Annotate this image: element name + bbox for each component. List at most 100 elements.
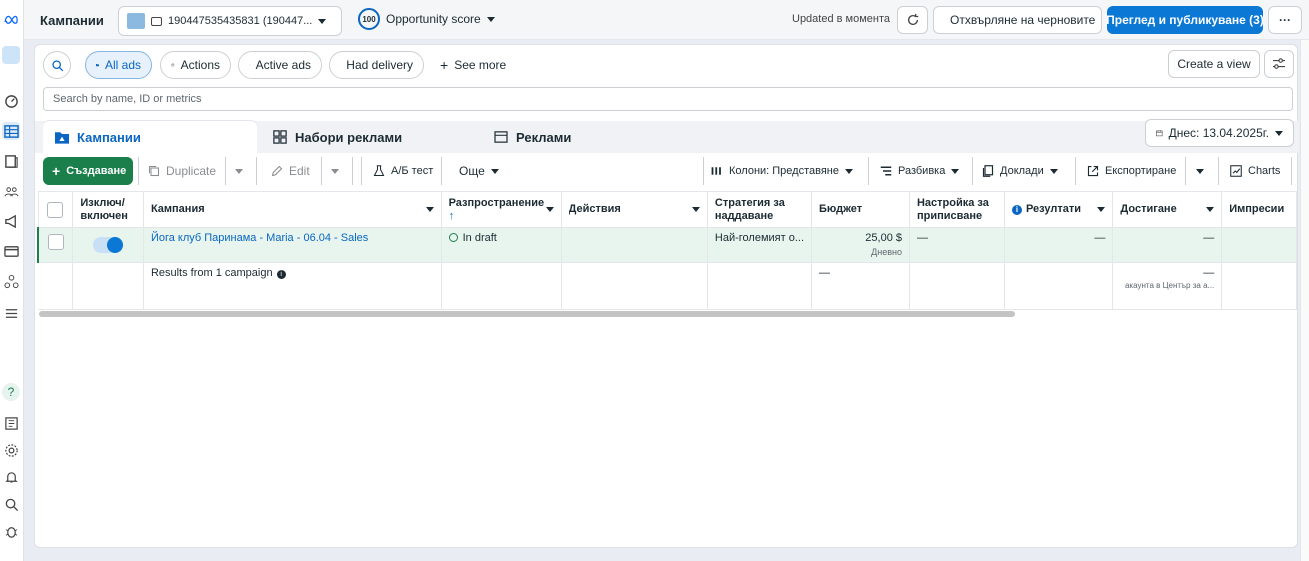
grid-icon xyxy=(273,130,287,144)
menu-icon[interactable] xyxy=(2,304,20,322)
account-avatar-icon xyxy=(127,13,145,29)
filter-had-delivery[interactable]: Had delivery xyxy=(329,51,424,79)
header-actions[interactable]: Действия xyxy=(560,191,708,228)
review-publish-label: Преглед и публикуване (3) xyxy=(1106,13,1264,27)
chevron-down-icon xyxy=(235,168,243,174)
filter-active-ads-label: Active ads xyxy=(255,58,311,72)
meta-logo-icon[interactable] xyxy=(2,10,20,28)
see-more-filters[interactable]: + See more xyxy=(440,58,506,72)
more-options-button[interactable]: ··· xyxy=(1268,6,1302,34)
row-checkbox[interactable] xyxy=(47,234,64,250)
create-label: Създаване xyxy=(66,165,127,177)
search-icon[interactable] xyxy=(2,495,20,513)
header-results[interactable]: i Резултати xyxy=(1003,191,1114,228)
opportunity-score-button[interactable]: 100 Opportunity score xyxy=(358,8,495,30)
sort-chevron-icon[interactable] xyxy=(1206,207,1215,212)
charts-button[interactable]: Charts xyxy=(1230,157,1280,185)
notifications-bell-icon[interactable] xyxy=(2,468,20,486)
opportunity-score-label: Opportunity score xyxy=(386,12,481,26)
campaigns-table-icon[interactable] xyxy=(2,122,20,140)
tab-campaigns[interactable]: Кампании xyxy=(43,121,257,153)
tab-adsets[interactable]: Набори реклами xyxy=(261,121,477,153)
updated-status: Updated в момента xyxy=(792,13,891,25)
sort-chevron-icon[interactable] xyxy=(545,207,554,212)
draft-status-icon xyxy=(448,233,458,242)
discard-drafts-button[interactable]: Отхвърляне на черновите xyxy=(933,6,1102,34)
select-all-checkbox[interactable] xyxy=(47,201,64,218)
campaign-on-off-toggle[interactable] xyxy=(93,237,124,253)
dashboard-icon[interactable] xyxy=(2,92,20,110)
columns-button[interactable]: Колони: Представяне xyxy=(711,157,853,185)
sort-chevron-icon[interactable] xyxy=(1097,207,1106,212)
search-input[interactable]: Search by name, ID or metrics xyxy=(43,87,1293,111)
budget-value[interactable]: 25,00 $ xyxy=(819,232,902,244)
horizontal-scrollbar[interactable] xyxy=(39,311,1015,317)
table-row[interactable]: Йога клуб Паринама - Maria - 06.04 - Sal… xyxy=(37,227,1297,263)
header-impressions[interactable]: Импресии xyxy=(1221,191,1297,228)
breakdown-button[interactable]: Разбивка xyxy=(880,157,960,185)
audiences-icon[interactable] xyxy=(2,182,20,200)
totals-attribution: — xyxy=(819,267,831,279)
account-avatar[interactable] xyxy=(2,46,20,64)
filter-actions[interactable]: Actions xyxy=(160,51,231,79)
duplicate-button[interactable]: Duplicate xyxy=(148,157,216,185)
chevron-down-icon xyxy=(331,168,339,174)
totals-label: Results from 1 campaign xyxy=(150,267,273,279)
page-scrollbar[interactable] xyxy=(1300,40,1309,561)
table-header-row: Изключ/ включен Кампания Разпространение… xyxy=(37,191,1297,228)
export-dropdown[interactable] xyxy=(1196,157,1204,185)
chevron-down-icon xyxy=(490,168,499,174)
header-attribution[interactable]: Настройка за приписване xyxy=(908,191,1005,228)
bug-report-icon[interactable] xyxy=(2,522,20,540)
breakdown-icon xyxy=(880,166,892,176)
ab-test-button[interactable]: А/Б тест xyxy=(373,157,433,185)
info-icon[interactable]: i xyxy=(276,270,286,279)
tab-ads[interactable]: Реклами xyxy=(482,121,696,153)
header-reach[interactable]: Достигане xyxy=(1112,191,1223,228)
filter-all-ads[interactable]: All ads xyxy=(85,51,152,79)
search-toggle-button[interactable] xyxy=(43,51,71,79)
help-icon[interactable]: ? xyxy=(2,383,20,401)
sort-chevron-icon[interactable] xyxy=(691,207,700,212)
megaphone-icon[interactable] xyxy=(2,212,20,230)
reports-button[interactable]: Доклади xyxy=(982,157,1058,185)
news-icon[interactable] xyxy=(2,414,20,432)
search-placeholder: Search by name, ID or metrics xyxy=(53,93,202,105)
duplicate-label: Duplicate xyxy=(166,164,217,178)
billing-card-icon[interactable] xyxy=(2,242,20,260)
pages-icon[interactable] xyxy=(2,152,20,170)
sliders-icon xyxy=(1273,58,1285,69)
sort-ascending-icon: ↑ xyxy=(448,209,455,222)
refresh-button[interactable] xyxy=(897,6,928,34)
export-button[interactable]: Експортиране xyxy=(1087,157,1176,185)
business-settings-icon[interactable] xyxy=(2,272,20,290)
discard-drafts-label: Отхвърляне на черновите xyxy=(950,13,1096,27)
edit-dropdown[interactable] xyxy=(331,157,339,185)
view-settings-button[interactable] xyxy=(1264,50,1294,78)
actions-cell xyxy=(560,227,708,263)
header-toggle[interactable]: Изключ/ включен xyxy=(72,191,144,228)
review-publish-button[interactable]: Преглед и публикуване (3) xyxy=(1106,6,1264,34)
header-campaign[interactable]: Кампания xyxy=(142,191,442,228)
filter-active-ads[interactable]: Active ads xyxy=(238,51,322,79)
calendar-icon xyxy=(1156,130,1163,137)
create-view-button[interactable]: Create a view xyxy=(1168,50,1260,78)
reports-icon xyxy=(982,165,994,177)
totals-reach: — xyxy=(1203,267,1215,279)
create-button[interactable]: + Създаване xyxy=(43,157,133,185)
edit-button[interactable]: Edit xyxy=(271,157,310,185)
date-range-picker[interactable]: Днес: 13.04.2025г. xyxy=(1145,119,1294,147)
header-budget[interactable]: Бюджет xyxy=(811,191,910,228)
sort-chevron-icon[interactable] xyxy=(425,207,434,212)
search-icon xyxy=(51,59,63,71)
account-selector[interactable]: 190447535435831 (190447... xyxy=(118,6,342,36)
settings-gear-icon[interactable] xyxy=(2,441,20,459)
impressions-cell xyxy=(1221,227,1297,263)
header-delivery[interactable]: Разпространение ↑ xyxy=(440,191,562,228)
account-type-icon xyxy=(151,16,162,26)
more-actions-button[interactable]: Още xyxy=(459,157,499,185)
duplicate-dropdown[interactable] xyxy=(235,157,243,185)
info-icon: i xyxy=(1011,205,1022,215)
campaign-name-link[interactable]: Йога клуб Паринама - Maria - 06.04 - Sal… xyxy=(151,232,368,244)
header-bid-strategy[interactable]: Стратегия за наддаване xyxy=(706,191,813,228)
